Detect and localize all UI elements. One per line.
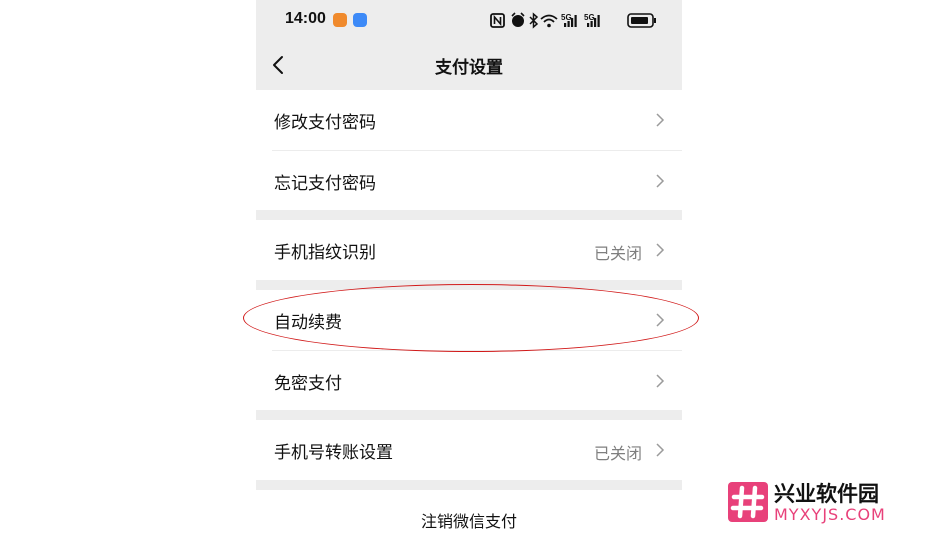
- password-free-item[interactable]: 免密支付: [256, 351, 682, 411]
- watermark-title: 兴业软件园: [774, 482, 879, 506]
- page-title: 支付设置: [435, 58, 503, 78]
- item-status: 已关闭: [593, 444, 642, 463]
- phone-screen: 14:00 5G 5G 支付设置 修改支付密码 忘记支付密码 手机指纹识别 已关…: [256, 0, 682, 538]
- section-gap: [256, 280, 682, 290]
- deregister-wechat-pay-link[interactable]: 注销微信支付: [256, 508, 682, 532]
- change-password-item[interactable]: 修改支付密码: [256, 90, 682, 150]
- forgot-password-item[interactable]: 忘记支付密码: [256, 151, 682, 211]
- wifi-icon: [540, 14, 558, 28]
- item-label: 手机号转账设置: [274, 443, 393, 463]
- watermark: 兴业软件园 MYXYJS.COM: [728, 478, 924, 526]
- hash-logo-icon: [728, 482, 768, 522]
- watermark-domain: MYXYJS.COM: [774, 505, 886, 524]
- chevron-right-icon: [656, 443, 665, 457]
- nfc-icon: [490, 13, 505, 28]
- nav-bar: 支付设置: [256, 42, 682, 90]
- battery-icon: [627, 13, 656, 28]
- item-label: 修改支付密码: [274, 113, 376, 133]
- message-app-icon: [353, 13, 367, 27]
- status-icons: 5G 5G: [490, 12, 656, 29]
- status-time: 14:00: [285, 10, 326, 27]
- item-label: 自动续费: [274, 313, 342, 333]
- bluetooth-icon: [529, 12, 539, 29]
- chevron-right-icon: [656, 113, 665, 127]
- alarm-icon: [511, 12, 525, 27]
- item-label: 免密支付: [274, 374, 342, 394]
- chevron-right-icon: [656, 243, 665, 257]
- section-gap: [256, 210, 682, 220]
- item-label: 忘记支付密码: [274, 174, 376, 194]
- chevron-right-icon: [656, 374, 665, 388]
- status-bar: 14:00 5G 5G: [256, 0, 682, 42]
- network-1-label: 5G: [561, 13, 572, 22]
- item-status: 已关闭: [593, 244, 642, 263]
- phone-transfer-item[interactable]: 手机号转账设置 已关闭: [256, 420, 682, 480]
- item-label: 手机指纹识别: [274, 243, 376, 263]
- auto-renew-item[interactable]: 自动续费: [256, 290, 682, 350]
- chevron-right-icon: [656, 174, 665, 188]
- section-gap: [256, 480, 682, 490]
- fingerprint-item[interactable]: 手机指纹识别 已关闭: [256, 220, 682, 280]
- notification-app-icon: [333, 13, 347, 27]
- network-2-label: 5G: [584, 13, 595, 22]
- chevron-right-icon: [656, 313, 665, 327]
- section-gap: [256, 410, 682, 420]
